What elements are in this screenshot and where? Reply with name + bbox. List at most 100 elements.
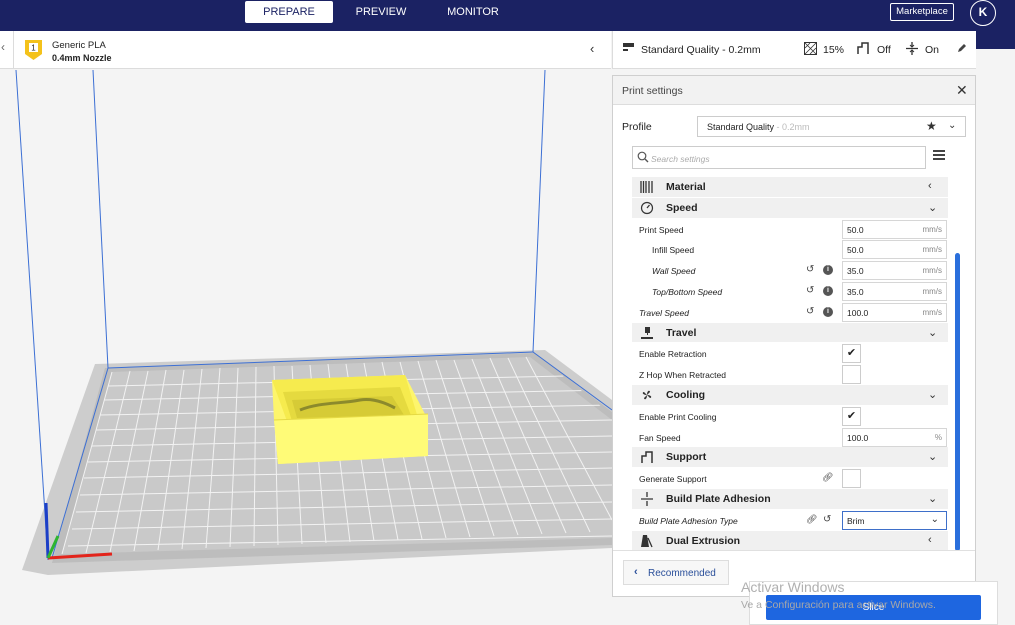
link-icon[interactable]: 🔗︎	[822, 472, 833, 483]
info-icon[interactable]: i	[823, 285, 833, 296]
setting-wall-speed: Wall Speed ↺ i 35.0 mm/s	[632, 260, 948, 281]
setting-generate-support: Generate Support 🔗︎	[632, 468, 948, 489]
volume-edge	[92, 70, 109, 369]
search-placeholder: Search settings	[651, 154, 710, 164]
checkbox[interactable]: ✔	[842, 406, 861, 426]
account-avatar[interactable]: K	[970, 0, 996, 26]
setting-print-speed: Print Speed 50.0 mm/s	[632, 219, 948, 240]
setting-enable-retraction: Enable Retraction ✔	[632, 343, 948, 364]
adhesion-value: On	[925, 44, 940, 56]
chevron-left-icon: ‹	[1, 40, 5, 54]
scrollbar[interactable]	[955, 253, 960, 551]
setting-travel-speed: Travel Speed ↺ i 100.0 mm/s	[632, 302, 948, 323]
adhesion-type-select[interactable]: Brim ⌄	[842, 510, 947, 530]
chevron-down-icon: ⌄	[930, 513, 939, 525]
category-support[interactable]: Support ⌄	[632, 447, 948, 469]
profile-label: Profile	[622, 121, 652, 133]
support-value: Off	[877, 44, 891, 56]
collapse-chevron-icon[interactable]: ‹	[590, 41, 594, 56]
value-field[interactable]: 100.0%	[842, 427, 947, 447]
settings-list: Material ‹ Speed ⌄ Print Speed 50.0 mm/s Infill…	[632, 177, 948, 552]
chevron-down-icon: ⌄	[928, 388, 938, 401]
activation-watermark-title: Activar Windows	[741, 579, 845, 595]
chevron-down-icon: ⌄	[928, 492, 938, 505]
z-axis	[44, 502, 50, 559]
stage-tab-monitor[interactable]: MONITOR	[429, 1, 517, 23]
model-object[interactable]	[272, 375, 429, 464]
account-strip	[976, 31, 1015, 49]
reset-icon[interactable]: ↺	[806, 306, 814, 317]
stage-tab-prepare[interactable]: PREPARE	[245, 1, 333, 23]
chevron-left-icon: ‹	[634, 566, 638, 578]
checkbox[interactable]: ✔	[842, 344, 861, 364]
setting-enable-print-cooling: Enable Print Cooling ✔	[632, 406, 948, 427]
chevron-down-icon: ⌄	[928, 326, 938, 339]
settings-menu-icon[interactable]	[933, 150, 945, 160]
left-edge: ‹	[0, 31, 14, 69]
star-icon[interactable]: ★	[926, 119, 937, 133]
chevron-left-icon: ‹	[928, 180, 932, 192]
reset-icon[interactable]: ↺	[806, 264, 814, 275]
category-build-plate-adhesion[interactable]: Build Plate Adhesion ⌄	[632, 488, 948, 510]
panel-title: Print settings	[622, 85, 683, 97]
extruder-bar[interactable]: ‹ 1 Generic PLA 0.4mm Nozzle ‹	[0, 31, 611, 69]
profile-select[interactable]: Standard Quality - 0.2mm ★ ⌄	[697, 116, 966, 137]
checkbox[interactable]	[842, 365, 861, 385]
search-input[interactable]: Search settings	[632, 146, 926, 169]
setting-infill-speed: Infill Speed 50.0 mm/s	[632, 239, 948, 260]
marketplace-button[interactable]: Marketplace	[890, 3, 954, 21]
setting-z-hop-when-retracted: Z Hop When Retracted	[632, 364, 948, 385]
build-plate-scene[interactable]	[0, 70, 612, 625]
category-dual-extrusion[interactable]: Dual Extrusion ‹	[632, 530, 948, 552]
value-field[interactable]: 50.0 mm/s	[842, 219, 947, 239]
info-icon[interactable]: i	[823, 265, 833, 276]
pencil-icon[interactable]	[957, 43, 967, 53]
material-icon	[640, 180, 654, 194]
support-icon	[640, 450, 654, 464]
chevron-down-icon: ⌄	[948, 120, 957, 131]
value-field[interactable]: 35.0 mm/s	[842, 281, 947, 301]
top-bar: PREPARE PREVIEW MONITOR Marketplace K	[0, 0, 1015, 31]
category-cooling[interactable]: Cooling ⌄	[632, 384, 948, 406]
fan-icon	[640, 388, 654, 402]
extruder-badge-icon: 1	[25, 40, 42, 60]
setting-fan-speed: Fan Speed 100.0%	[632, 427, 948, 448]
reset-icon[interactable]: ↺	[823, 514, 831, 525]
info-icon[interactable]: i	[823, 306, 833, 317]
profile-select-value: Standard Quality - 0.2mm	[707, 122, 810, 132]
profile-name: Standard Quality - 0.2mm	[641, 44, 761, 56]
stage-tab-preview[interactable]: PREVIEW	[337, 1, 425, 23]
reset-icon[interactable]: ↺	[806, 285, 814, 296]
print-settings-panel: Print settings ✕ Profile Standard Qualit…	[612, 75, 976, 597]
close-icon[interactable]: ✕	[956, 82, 968, 99]
chevron-down-icon: ⌄	[928, 201, 938, 214]
value-field[interactable]: 50.0 mm/s	[842, 240, 947, 260]
category-travel[interactable]: Travel ⌄	[632, 322, 948, 344]
extruder-number: 1	[31, 44, 36, 53]
setting-top-bottom-speed: Top/Bottom Speed ↺ i 35.0 mm/s	[632, 281, 948, 302]
setting-build-plate-adhesion-type: Build Plate Adhesion Type 🔗︎ ↺ Brim ⌄	[632, 510, 948, 531]
adhesion-icon	[906, 42, 918, 55]
material-name: Generic PLA	[52, 40, 106, 51]
value-field[interactable]: 35.0 mm/s	[842, 261, 947, 281]
infill-value: 15%	[823, 44, 845, 56]
profile-icon	[623, 43, 634, 51]
chevron-left-icon: ‹	[928, 533, 932, 546]
link-icon[interactable]: 🔗︎	[806, 514, 817, 525]
checkbox[interactable]	[842, 469, 861, 489]
recommended-button[interactable]: ‹ Recommended	[623, 560, 729, 585]
build-volume-viewport[interactable]	[0, 70, 612, 625]
value-field[interactable]: 100.0 mm/s	[842, 302, 947, 322]
activation-watermark-text: Ve a Configuración para activar Windows.	[741, 599, 936, 611]
speed-icon	[640, 201, 654, 215]
print-setup-bar[interactable]: Standard Quality - 0.2mm 15% Off On	[612, 31, 976, 69]
panel-header: Print settings ✕	[613, 76, 975, 105]
travel-icon	[640, 326, 654, 340]
search-icon	[637, 151, 649, 163]
dual-extrusion-icon	[640, 534, 654, 548]
support-icon	[857, 42, 869, 54]
category-material[interactable]: Material ‹	[632, 177, 948, 198]
stage-menu: PREPARE PREVIEW MONITOR	[245, 1, 521, 23]
adhesion-icon	[640, 491, 654, 506]
category-speed[interactable]: Speed ⌄	[632, 197, 948, 219]
